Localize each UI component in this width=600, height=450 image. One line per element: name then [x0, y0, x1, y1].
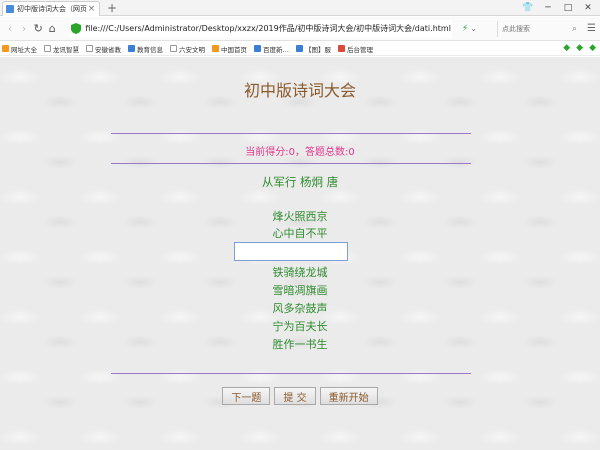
- bookmark-icon: [254, 45, 261, 52]
- back-button[interactable]: ‹: [4, 21, 16, 37]
- page-content: 初中版诗词大会 当前得分:0，答题总数:0 从军行 杨炯 唐 烽火照西京 心中自…: [0, 57, 600, 450]
- bookmark-label: 后台管理: [347, 45, 373, 54]
- bookmark-icon: [44, 45, 51, 52]
- bookmark-item[interactable]: 六安文明: [170, 44, 205, 54]
- url-text: file:///C:/Users/Administrator/Desktop/x…: [85, 24, 451, 33]
- bookmark-label: 教育信息: [137, 45, 163, 54]
- tab-title: 初中版诗词大会（网页版）: [17, 5, 87, 13]
- bookmark-item[interactable]: 中国首页: [212, 44, 247, 54]
- minimize-button[interactable]: ─: [538, 0, 558, 16]
- extension-icon[interactable]: ◆: [563, 43, 570, 53]
- chevron-down-icon[interactable]: ⌄: [470, 24, 477, 33]
- address-field[interactable]: file:///C:/Users/Administrator/Desktop/x…: [70, 19, 452, 38]
- poem-line: 雪暗凋旗画: [272, 284, 328, 297]
- window-controls: 👕 ─ □ ✕: [518, 0, 598, 16]
- submit-button[interactable]: 提 交: [274, 387, 316, 405]
- extensions-area: ◆ ◆ ◆: [557, 43, 596, 53]
- bookmark-item[interactable]: 百度新…: [254, 44, 289, 54]
- bookmarks-bar: 网址大全 龙讯智慧 安徽省教 教育信息 六安文明 中国首页 百度新… 【图】服 …: [0, 42, 600, 56]
- bookmark-icon: [86, 45, 93, 52]
- bookmark-icon: [338, 45, 345, 52]
- bookmark-icon: [296, 45, 303, 52]
- bookmark-label: 中国首页: [221, 45, 247, 54]
- bookmark-item[interactable]: 网址大全: [2, 44, 37, 54]
- bookmark-label: 六安文明: [179, 45, 205, 54]
- page-icon: [6, 5, 14, 13]
- bookmark-item[interactable]: 安徽省教: [86, 44, 121, 54]
- poem-line: 烽火照西京: [272, 210, 328, 223]
- score-text: 当前得分:0，答题总数:0: [245, 147, 355, 158]
- button-row: 下一题 提 交 重新开始: [0, 387, 600, 405]
- divider: [111, 373, 471, 374]
- poem-line: 宁为百夫长: [272, 320, 328, 333]
- close-window-button[interactable]: ✕: [578, 0, 598, 16]
- bookmark-item[interactable]: 【图】服: [296, 44, 331, 54]
- home-button[interactable]: ⌂: [46, 21, 58, 37]
- poem-line: 铁骑绕龙城: [272, 266, 328, 279]
- skin-icon[interactable]: 👕: [518, 0, 538, 16]
- divider: [111, 133, 471, 134]
- restart-button[interactable]: 重新开始: [319, 387, 378, 405]
- address-bar-row: ‹ › ↻ ⌂ file:///C:/Users/Administrator/D…: [0, 17, 600, 41]
- poem-title: 从军行 杨炯 唐: [261, 175, 339, 189]
- extension-icon[interactable]: ◆: [576, 43, 583, 53]
- answer-input[interactable]: [234, 242, 348, 261]
- close-tab-icon[interactable]: ×: [87, 4, 96, 14]
- bookmark-label: 龙讯智慧: [53, 45, 79, 54]
- poem-line: 风多杂鼓声: [272, 302, 328, 315]
- bookmark-icon: [128, 45, 135, 52]
- lightning-icon[interactable]: ⚡: [462, 24, 468, 34]
- search-input[interactable]: [501, 24, 572, 33]
- new-tab-button[interactable]: +: [106, 1, 118, 15]
- bookmark-label: 网址大全: [11, 45, 37, 54]
- bookmark-item[interactable]: 教育信息: [128, 44, 163, 54]
- poem-line: 心中自不平: [272, 227, 328, 240]
- bookmark-item[interactable]: 后台管理: [338, 44, 373, 54]
- forward-button[interactable]: ›: [18, 21, 30, 37]
- extension-icon[interactable]: ◆: [589, 43, 596, 53]
- search-box[interactable]: ⌕: [496, 20, 577, 37]
- bookmark-icon: [212, 45, 219, 52]
- search-icon[interactable]: ⌕: [572, 24, 577, 34]
- bookmark-label: 百度新…: [263, 45, 289, 54]
- toolbar-right: ☰: [583, 23, 596, 34]
- page-title: 初中版诗词大会: [243, 81, 356, 100]
- bookmark-label: 【图】服: [305, 45, 331, 54]
- next-question-button[interactable]: 下一题: [222, 387, 271, 405]
- bookmark-label: 安徽省教: [95, 45, 121, 54]
- maximize-button[interactable]: □: [558, 0, 578, 16]
- reload-button[interactable]: ↻: [32, 21, 44, 37]
- bookmark-icon: [170, 45, 177, 52]
- bookmark-icon: [2, 45, 9, 52]
- bookmark-item[interactable]: 龙讯智慧: [44, 44, 79, 54]
- shield-icon: [71, 23, 82, 34]
- menu-icon[interactable]: ☰: [587, 23, 596, 34]
- browser-tab[interactable]: 初中版诗词大会（网页版） ×: [2, 1, 100, 16]
- poem-line: 胜作一书生: [272, 338, 328, 351]
- divider: [111, 163, 471, 164]
- browser-titlebar: 初中版诗词大会（网页版） × + 👕 ─ □ ✕: [0, 0, 600, 16]
